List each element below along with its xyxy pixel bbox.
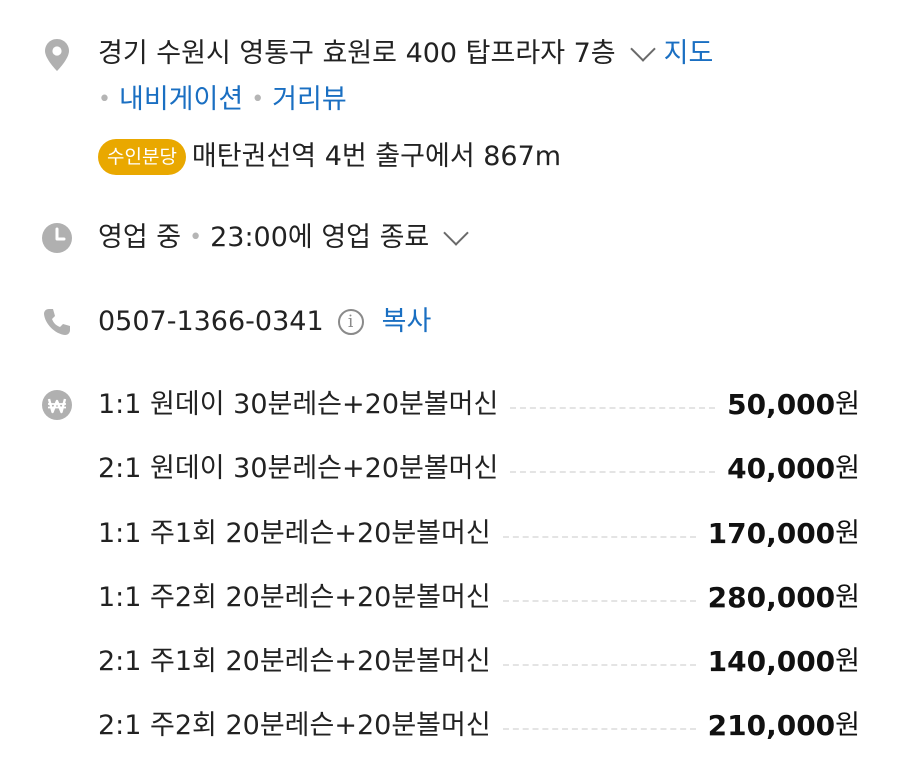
address-links: • 내비게이션 • 거리뷰 bbox=[98, 80, 860, 120]
chevron-down-icon[interactable] bbox=[629, 36, 656, 62]
dotted-leader bbox=[502, 728, 696, 730]
dotted-leader bbox=[502, 664, 696, 666]
price-row: 1:1 주2회 20분레슨+20분볼머신 280,000 원 bbox=[98, 578, 860, 618]
price-unit: 원 bbox=[835, 582, 860, 613]
price-unit: 원 bbox=[835, 389, 860, 420]
phone-number[interactable]: 0507-1366-0341 bbox=[98, 302, 324, 342]
subway-line-badge: 수인분당 bbox=[98, 139, 186, 175]
price-row: 1:1 주1회 20분레슨+20분볼머신 170,000 원 bbox=[98, 514, 860, 554]
dotted-leader bbox=[502, 536, 696, 538]
copy-button[interactable]: 복사 bbox=[382, 302, 432, 342]
map-link[interactable]: 지도 bbox=[664, 34, 714, 74]
hours-status: 영업 중 bbox=[98, 222, 182, 253]
separator-dot: • bbox=[189, 225, 203, 250]
location-pin-icon bbox=[40, 38, 74, 72]
dotted-leader bbox=[510, 471, 716, 473]
clock-icon bbox=[40, 221, 74, 255]
price-amount: 170,000 bbox=[707, 517, 836, 550]
price-row: 2:1 원데이 30분레슨+20분볼머신 40,000 원 bbox=[98, 449, 860, 489]
address-row: 경기 수원시 영통구 효원로 400 탑프라자 7층 지도 bbox=[98, 34, 860, 74]
price-unit: 원 bbox=[835, 453, 860, 484]
price-unit: 원 bbox=[835, 518, 860, 549]
price-amount: 140,000 bbox=[707, 645, 836, 678]
address-text: 경기 수원시 영통구 효원로 400 탑프라자 7층 bbox=[98, 38, 616, 69]
price-unit: 원 bbox=[835, 646, 860, 677]
price-row: 1:1 원데이 30분레슨+20분볼머신 50,000 원 bbox=[98, 385, 860, 425]
price-item-name: 1:1 원데이 30분레슨+20분볼머신 bbox=[98, 389, 499, 420]
navigation-link[interactable]: 내비게이션 bbox=[119, 80, 243, 120]
info-icon[interactable]: i bbox=[337, 309, 364, 335]
separator-dot: • bbox=[251, 87, 265, 112]
hours-row[interactable]: 영업 중 • 23:00에 영업 종료 bbox=[98, 218, 860, 258]
price-item-name: 1:1 주2회 20분레슨+20분볼머신 bbox=[98, 582, 491, 613]
price-item-name: 2:1 원데이 30분레슨+20분볼머신 bbox=[98, 453, 499, 484]
phone-row: 0507-1366-0341 i 복사 bbox=[98, 302, 860, 342]
phone-icon bbox=[40, 305, 74, 339]
price-amount: 210,000 bbox=[707, 709, 836, 742]
price-item-name: 2:1 주2회 20분레슨+20분볼머신 bbox=[98, 710, 491, 741]
roadview-link[interactable]: 거리뷰 bbox=[272, 80, 347, 120]
price-item-name: 1:1 주1회 20분레슨+20분볼머신 bbox=[98, 518, 491, 549]
dotted-leader bbox=[502, 600, 696, 602]
price-row: 2:1 주2회 20분레슨+20분볼머신 210,000 원 bbox=[98, 706, 860, 746]
price-amount: 280,000 bbox=[707, 581, 836, 614]
separator-dot: • bbox=[98, 87, 111, 112]
price-unit: 원 bbox=[835, 710, 860, 741]
hours-close: 23:00에 영업 종료 bbox=[210, 222, 430, 253]
transit-row: 수인분당 매탄권선역 4번 출구에서 867m bbox=[98, 137, 860, 177]
price-item-name: 2:1 주1회 20분레슨+20분볼머신 bbox=[98, 646, 491, 677]
price-amount: 50,000 bbox=[727, 388, 836, 421]
won-icon bbox=[40, 388, 74, 422]
price-row: 2:1 주1회 20분레슨+20분볼머신 140,000 원 bbox=[98, 642, 860, 682]
chevron-down-icon[interactable] bbox=[443, 220, 470, 246]
transit-text: 매탄권선역 4번 출구에서 867m bbox=[191, 141, 562, 172]
dotted-leader bbox=[510, 407, 716, 409]
price-amount: 40,000 bbox=[727, 452, 836, 485]
